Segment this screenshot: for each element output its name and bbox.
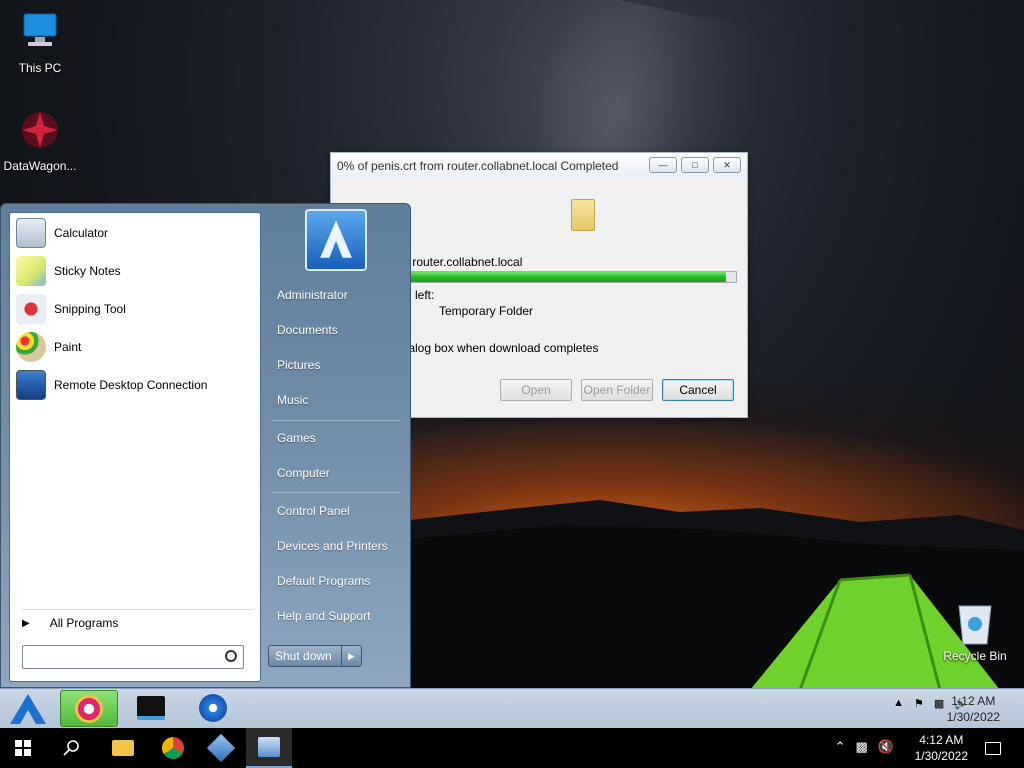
paint-palette-icon	[16, 332, 46, 362]
recycle-bin-icon	[958, 605, 992, 645]
host-time: 4:12 AM	[919, 733, 964, 747]
start-item-music[interactable]: Music	[271, 385, 403, 415]
calculator-icon	[16, 218, 46, 248]
computer-icon	[23, 13, 57, 46]
download-progress-bar	[409, 271, 737, 283]
program-label: Paint	[54, 340, 82, 354]
search-icon	[63, 740, 79, 756]
start-search-input[interactable]	[22, 645, 244, 669]
volume-muted-icon[interactable]: 🔇	[878, 739, 894, 755]
taskbar-vm-window[interactable]	[246, 728, 292, 768]
download-source: m router.collabnet.local	[399, 255, 523, 269]
vm-window-icon	[258, 737, 280, 757]
assassin-logo-icon	[320, 220, 352, 258]
program-snipping-tool[interactable]: Snipping Tool	[16, 291, 126, 327]
taskbar-media-player[interactable]	[184, 690, 242, 727]
sticky-notes-icon	[16, 256, 46, 286]
separator	[271, 492, 401, 493]
program-label: Snipping Tool	[54, 302, 126, 316]
shutdown-label: Shut down	[275, 649, 332, 663]
network-icon[interactable]: ▩	[934, 697, 944, 710]
user-avatar[interactable]	[305, 209, 367, 271]
host-search-button[interactable]	[48, 728, 94, 768]
media-player-icon	[199, 694, 227, 722]
desktop-icon-label: This PC	[18, 61, 62, 75]
cancel-button[interactable]: Cancel	[662, 379, 734, 401]
start-item-control-panel[interactable]: Control Panel	[271, 496, 403, 526]
taskbar-command-app[interactable]	[122, 690, 180, 727]
start-item-pictures[interactable]: Pictures	[271, 350, 403, 380]
start-item-computer[interactable]: Computer	[271, 458, 403, 488]
search-icon	[225, 650, 237, 662]
all-programs[interactable]: ▶ All Programs	[22, 609, 254, 630]
open-button[interactable]: Open	[500, 379, 572, 401]
start-item-administrator[interactable]: Administrator	[271, 280, 403, 310]
shutdown-button[interactable]: Shut down ▶	[268, 645, 362, 667]
program-calculator[interactable]: Calculator	[16, 215, 108, 251]
program-label: Calculator	[54, 226, 109, 240]
program-sticky-notes[interactable]: Sticky Notes	[16, 253, 121, 289]
recycle-bin-label: Recycle Bin	[943, 649, 1007, 663]
remote-desktop-icon	[16, 370, 46, 400]
program-paint[interactable]: Paint	[16, 329, 81, 365]
terminal-icon	[137, 696, 165, 720]
desktop-icon-recycle-bin[interactable]: Recycle Bin	[940, 600, 1010, 663]
action-center-flag-icon[interactable]: ⚑	[914, 697, 924, 710]
start-menu-programs-pane: Calculator Sticky Notes Snipping Tool Pa…	[9, 212, 261, 682]
host-start-button[interactable]	[0, 728, 46, 768]
internet-explorer-icon	[75, 695, 103, 723]
time-left-label: left:	[415, 288, 435, 302]
desktop-icon-datawagon[interactable]: DataWagon...	[0, 108, 80, 173]
start-item-documents[interactable]: Documents	[271, 315, 403, 345]
open-folder-button[interactable]: Open Folder	[581, 379, 653, 401]
program-remote-desktop[interactable]: Remote Desktop Connection	[16, 367, 207, 403]
scissors-icon	[16, 294, 46, 324]
close-on-complete-label[interactable]: dialog box when download completes	[399, 341, 598, 355]
maximize-button[interactable]: □	[681, 157, 709, 173]
close-button[interactable]: ✕	[713, 157, 741, 173]
start-item-default-programs[interactable]: Default Programs	[271, 566, 403, 596]
shutdown-options-arrow-icon[interactable]: ▶	[341, 646, 361, 666]
host-taskbar: ⌃ ▩ 🔇 4:12 AM 1/30/2022	[0, 728, 1024, 768]
notifications-button[interactable]	[970, 728, 1016, 768]
dialog-title: 0% of penis.crt from router.collabnet.lo…	[337, 159, 619, 173]
program-label: Remote Desktop Connection	[54, 378, 208, 392]
notification-icon	[985, 741, 1001, 755]
start-menu: Calculator Sticky Notes Snipping Tool Pa…	[0, 203, 411, 688]
desktop-icon-this-pc[interactable]: This PC	[0, 10, 80, 75]
minimize-button[interactable]: —	[649, 157, 677, 173]
vm-taskbar: ▲ ⚑ ▩ 🔈 1:12 AM 1/30/2022	[0, 688, 1024, 728]
folder-icon	[571, 199, 595, 231]
desktop-icon-label: DataWagon...	[3, 159, 77, 173]
taskbar-file-explorer[interactable]	[100, 728, 146, 768]
vm-clock[interactable]: 1:12 AM 1/30/2022	[947, 693, 1000, 725]
all-programs-label: All Programs	[49, 616, 119, 630]
start-item-help-support[interactable]: Help and Support	[271, 601, 403, 631]
taskbar-virtualbox[interactable]	[198, 728, 244, 768]
datawagon-icon	[22, 112, 58, 148]
vm-time: 1:12 AM	[951, 694, 996, 708]
start-item-games[interactable]: Games	[271, 423, 403, 453]
chrome-icon	[162, 737, 184, 759]
show-hidden-icons-icon[interactable]: ⌃	[835, 739, 846, 755]
arrow-right-icon: ▶	[22, 617, 30, 629]
separator	[271, 420, 401, 421]
vm-date: 1/30/2022	[946, 710, 1000, 724]
progress-fill	[410, 272, 727, 282]
download-to-value: Temporary Folder	[439, 304, 534, 318]
host-clock[interactable]: 4:12 AM 1/30/2022	[915, 732, 968, 764]
windows-logo-icon	[15, 740, 31, 756]
taskbar-internet-explorer[interactable]	[60, 690, 118, 727]
network-icon[interactable]: ▩	[856, 739, 868, 755]
host-date: 1/30/2022	[914, 749, 968, 763]
show-hidden-icons-icon[interactable]: ▲	[893, 697, 904, 710]
vm-start-button[interactable]	[0, 690, 56, 727]
folder-icon	[112, 740, 134, 756]
start-logo-icon	[10, 694, 46, 724]
program-label: Sticky Notes	[54, 264, 121, 278]
virtualbox-icon	[206, 733, 236, 763]
start-item-devices-printers[interactable]: Devices and Printers	[271, 531, 403, 561]
taskbar-chrome[interactable]	[150, 728, 196, 768]
